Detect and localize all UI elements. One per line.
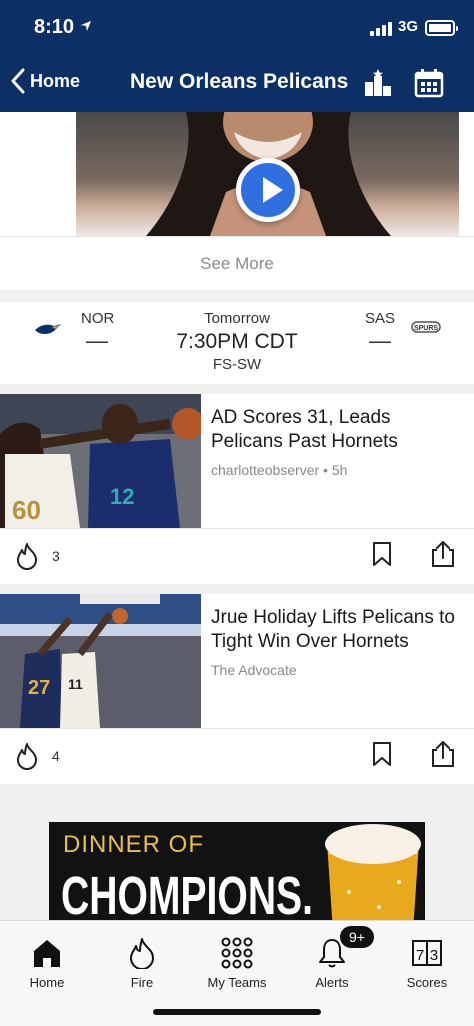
news-source: charlotteobserver • 5h	[211, 462, 348, 478]
alerts-badge: 9+	[340, 926, 374, 948]
ad-line-2: CHOMPIONS.	[61, 866, 313, 920]
svg-text:3: 3	[430, 947, 438, 964]
svg-text:11: 11	[68, 676, 83, 692]
chevron-left-icon	[11, 68, 25, 94]
fire-count: 4	[52, 748, 60, 764]
game-card[interactable]: NOR — Tomorrow 7:30PM CDT FS-SW SAS — SP…	[0, 302, 474, 384]
fire-count: 3	[52, 548, 60, 564]
app-header: 8:10 3G Home New Orleans Pelicans	[0, 0, 474, 112]
back-label: Home	[30, 70, 81, 91]
away-team-score: —	[369, 328, 391, 353]
svg-text:27: 27	[28, 677, 50, 699]
ad-line-1: DINNER OF	[63, 831, 204, 858]
tab-label: Scores	[406, 975, 448, 990]
home-icon	[34, 940, 60, 967]
game-day: Tomorrow	[204, 310, 270, 327]
svg-text:SPURS: SPURS	[414, 325, 438, 332]
status-bar: 8:10 3G	[0, 0, 474, 58]
news-card[interactable]: 60 12 AD Scores 31, Leads Pelicans Past …	[0, 394, 474, 584]
standings-icon[interactable]	[363, 68, 393, 98]
tab-scores[interactable]: 7 3 Scores	[387, 929, 467, 990]
tab-label: Alerts	[315, 975, 349, 990]
news-image[interactable]: 27 11	[0, 594, 201, 728]
news-source: The Advocate	[211, 662, 297, 678]
grid-icon	[221, 937, 253, 969]
location-arrow-icon	[81, 21, 91, 31]
back-button[interactable]: Home	[10, 68, 80, 94]
network-type: 3G	[398, 18, 419, 35]
scores-icon: 7 3	[412, 940, 442, 966]
fire-icon	[130, 938, 154, 969]
basketball-photo-image: 27 11	[0, 594, 201, 728]
share-icon[interactable]	[431, 740, 455, 768]
video-card: See More	[0, 112, 474, 290]
basketball-photo-image: 60 12	[0, 394, 201, 528]
home-indicator	[153, 1009, 321, 1015]
spurs-logo-icon: SPURS	[411, 321, 441, 333]
play-button[interactable]	[236, 158, 300, 222]
nav-bar: Home New Orleans Pelicans	[0, 60, 474, 106]
game-time: 7:30PM CDT	[176, 330, 298, 353]
bookmark-icon[interactable]	[372, 541, 392, 567]
advertisement-banner[interactable]: DINNER OF CHOMPIONS.	[49, 822, 425, 920]
see-more-button[interactable]: See More	[0, 236, 474, 290]
away-team-abbr: SAS	[365, 310, 396, 327]
svg-text:7: 7	[416, 947, 424, 964]
tab-home[interactable]: Home	[7, 929, 87, 990]
fire-icon[interactable]	[14, 542, 40, 570]
team-feed[interactable]: See More NOR — Tomorrow 7:30PM CDT FS-SW…	[0, 112, 474, 920]
svg-text:12: 12	[110, 484, 134, 509]
fire-icon[interactable]	[14, 742, 40, 770]
news-card[interactable]: 27 11 Jrue Holiday Lifts Pelicans to Tig…	[0, 594, 474, 784]
news-title[interactable]: Jrue Holiday Lifts Pelicans to Tight Win…	[211, 606, 461, 654]
battery-icon	[425, 20, 458, 36]
calendar-icon[interactable]	[414, 68, 444, 98]
bookmark-icon[interactable]	[372, 741, 392, 767]
svg-text:60: 60	[12, 495, 41, 525]
tab-fire[interactable]: Fire	[102, 929, 182, 990]
status-time: 8:10	[34, 16, 75, 38]
news-title[interactable]: AD Scores 31, Leads Pelicans Past Hornet…	[211, 406, 461, 454]
news-actions: 3	[0, 528, 474, 584]
signal-strength-icon	[370, 22, 392, 36]
share-icon[interactable]	[431, 540, 455, 568]
tab-label: Fire	[130, 975, 154, 990]
news-actions: 4	[0, 728, 474, 784]
page-title: New Orleans Pelicans	[130, 70, 349, 93]
tab-label: Home	[29, 975, 65, 990]
tab-my-teams[interactable]: My Teams	[197, 929, 277, 990]
game-channel: FS-SW	[212, 356, 262, 373]
news-image[interactable]: 60 12	[0, 394, 201, 528]
tab-label: My Teams	[207, 975, 267, 990]
ad-image: DINNER OF CHOMPIONS.	[49, 822, 425, 920]
